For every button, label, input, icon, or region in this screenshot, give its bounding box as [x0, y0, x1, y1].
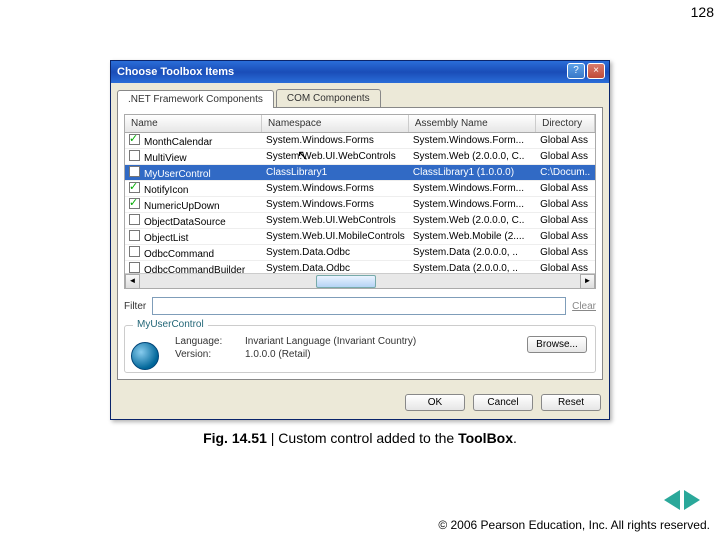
cell: System.Web.UI.WebControls [262, 151, 409, 162]
grid-header: Name Namespace Assembly Name Directory [125, 115, 595, 133]
table-row[interactable]: ObjectList System.Web.UI.MobileControlsSy… [125, 229, 595, 245]
copyright: © 2006 Pearson Education, Inc. All right… [438, 518, 710, 532]
dialog-buttons: OK Cancel Reset [111, 386, 609, 419]
cell: System.Data (2.0.0.0, .. [409, 247, 536, 258]
cell: ClassLibrary1 (1.0.0.0) [409, 167, 536, 178]
language-label: Language: [175, 336, 245, 347]
cell-name: ObjectList [144, 233, 188, 244]
cell: System.Web.UI.MobileControls [262, 231, 409, 242]
cell: System.Web (2.0.0.0, C.. [409, 151, 536, 162]
cell-name: MyUserControl [144, 169, 211, 180]
scroll-right-icon[interactable]: ► [580, 274, 595, 289]
tab-strip: .NET Framework Components COM Components [111, 83, 609, 107]
checkbox[interactable] [129, 214, 140, 225]
cell: System.Data (2.0.0.0, .. [409, 263, 536, 273]
table-row[interactable]: ObjectDataSource System.Web.UI.WebControl… [125, 213, 595, 229]
figure-number: Fig. 14.51 [203, 430, 267, 446]
cell: System.Web.UI.WebControls [262, 215, 409, 226]
table-row[interactable]: NumericUpDown System.Windows.FormsSystem.… [125, 197, 595, 213]
info-groupbox: MyUserControl Browse... Language: Invari… [124, 325, 596, 373]
col-name[interactable]: Name [125, 115, 262, 132]
cell: System.Web (2.0.0.0, C.. [409, 215, 536, 226]
table-row[interactable]: OdbcCommand System.Data.OdbcSystem.Data (… [125, 245, 595, 261]
choose-toolbox-dialog: Choose Toolbox Items ? × .NET Framework … [110, 60, 610, 420]
col-namespace[interactable]: Namespace [262, 115, 409, 132]
titlebar[interactable]: Choose Toolbox Items ? × [111, 61, 609, 83]
cell: System.Windows.Forms [262, 199, 409, 210]
cell-name: ObjectDataSource [144, 217, 226, 228]
filter-label: Filter [124, 301, 146, 312]
help-button[interactable]: ? [567, 63, 585, 79]
cell: System.Data.Odbc [262, 263, 409, 273]
cell-name: MultiView [144, 153, 187, 164]
checkbox[interactable] [129, 182, 140, 193]
caption-mid: | Custom control added to the [267, 430, 458, 446]
cell-name: MonthCalendar [144, 137, 212, 148]
checkbox[interactable] [129, 198, 140, 209]
cancel-button[interactable]: Cancel [473, 394, 533, 411]
checkbox[interactable] [129, 230, 140, 241]
ok-button[interactable]: OK [405, 394, 465, 411]
group-legend: MyUserControl [133, 319, 208, 330]
globe-icon [131, 342, 159, 370]
cell: Global Ass [536, 199, 595, 210]
component-grid: Name Namespace Assembly Name Directory M… [124, 114, 596, 289]
cell: ClassLibrary1 [262, 167, 409, 178]
browse-button[interactable]: Browse... [527, 336, 587, 353]
cell: C:\Docum.. [536, 167, 595, 178]
col-directory[interactable]: Directory [536, 115, 595, 132]
version-label: Version: [175, 349, 245, 360]
tab-com-components[interactable]: COM Components [276, 89, 381, 107]
table-row[interactable]: NotifyIcon System.Windows.FormsSystem.Win… [125, 181, 595, 197]
cell: Global Ass [536, 151, 595, 162]
checkbox[interactable] [129, 246, 140, 257]
cell: System.Windows.Form... [409, 199, 536, 210]
table-row[interactable]: MyUserControl ClassLibrary1ClassLibrary1 … [125, 165, 595, 181]
caption-end: . [513, 430, 517, 446]
cell: System.Windows.Form... [409, 183, 536, 194]
cell-name: OdbcCommand [144, 249, 214, 260]
col-assembly[interactable]: Assembly Name [409, 115, 536, 132]
scroll-left-icon[interactable]: ◄ [125, 274, 140, 289]
cell: Global Ass [536, 183, 595, 194]
checkbox[interactable] [129, 262, 140, 273]
table-row[interactable]: MultiView System.Web.UI.WebControlsSystem… [125, 149, 595, 165]
table-row[interactable]: OdbcCommandBuilder System.Data.OdbcSystem… [125, 261, 595, 273]
scroll-thumb[interactable] [316, 275, 376, 288]
next-slide-icon[interactable] [684, 490, 700, 510]
cell: Global Ass [536, 263, 595, 273]
page-number: 128 [691, 4, 714, 20]
checkbox[interactable] [129, 166, 140, 177]
prev-slide-icon[interactable] [664, 490, 680, 510]
cell: Global Ass [536, 247, 595, 258]
nav-arrows [664, 490, 700, 510]
cell-name: OdbcCommandBuilder [144, 265, 245, 274]
cell: System.Web.Mobile (2.... [409, 231, 536, 242]
window-title: Choose Toolbox Items [115, 66, 234, 78]
grid-body[interactable]: MonthCalendarSystem.Windows.FormsSystem.… [125, 133, 595, 273]
tab-panel: Name Namespace Assembly Name Directory M… [117, 107, 603, 380]
cell: System.Windows.Forms [262, 183, 409, 194]
cell: System.Data.Odbc [262, 247, 409, 258]
checkbox[interactable] [129, 150, 140, 161]
cell: System.Windows.Forms [262, 135, 409, 146]
tab-net-framework[interactable]: .NET Framework Components [117, 90, 274, 108]
caption-bold: ToolBox [458, 430, 513, 446]
horizontal-scrollbar[interactable]: ◄ ► [125, 273, 595, 288]
cell: System.Windows.Form... [409, 135, 536, 146]
cell-name: NumericUpDown [144, 201, 220, 212]
table-row[interactable]: MonthCalendar System.Windows.FormsSystem.… [125, 133, 595, 149]
scroll-track[interactable] [140, 274, 580, 288]
cell-name: NotifyIcon [144, 185, 188, 196]
clear-link[interactable]: Clear [572, 301, 596, 312]
cell: Global Ass [536, 231, 595, 242]
cell: Global Ass [536, 135, 595, 146]
reset-button[interactable]: Reset [541, 394, 601, 411]
cell: Global Ass [536, 215, 595, 226]
close-button[interactable]: × [587, 63, 605, 79]
filter-row: Filter Clear [124, 297, 596, 315]
filter-input[interactable] [152, 297, 566, 315]
figure-caption: Fig. 14.51 | Custom control added to the… [0, 430, 720, 446]
checkbox[interactable] [129, 134, 140, 145]
